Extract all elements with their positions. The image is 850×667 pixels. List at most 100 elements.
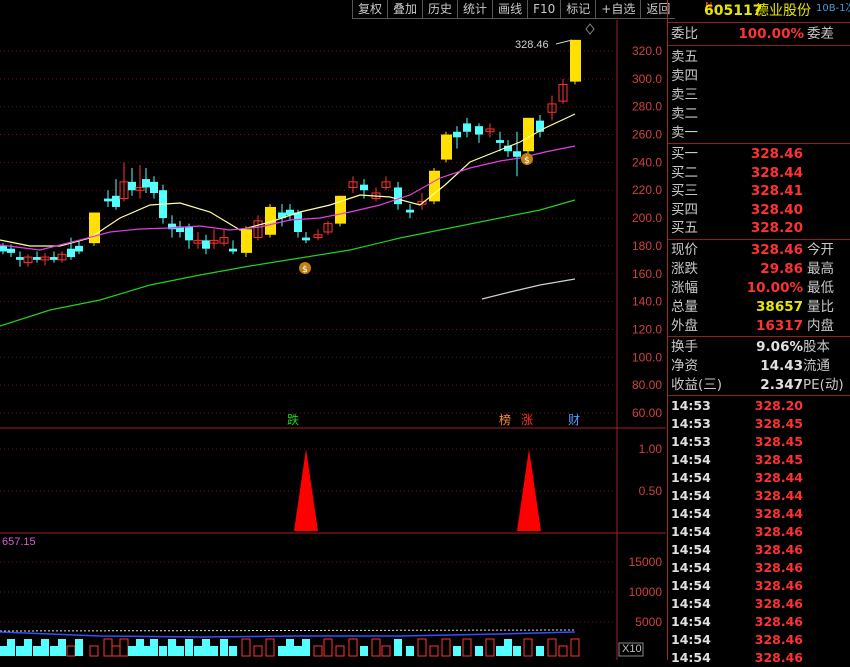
- candle-body: [394, 187, 402, 205]
- price-tick: 160.0: [632, 267, 662, 281]
- tick-time: 14:53: [671, 416, 711, 431]
- volume-bar: [185, 639, 193, 656]
- toolbar-button[interactable]: 统计: [457, 0, 493, 19]
- volume-bar: [194, 646, 202, 656]
- event-marker: 榜: [499, 412, 511, 427]
- candle-body: [302, 237, 310, 241]
- tick-price: 328.20: [754, 398, 803, 413]
- candle-body: [441, 134, 452, 160]
- stat-row: 净资 14.43 流通: [668, 357, 850, 375]
- kline-chart-area[interactable]: 320.0 300.0 280.0 260.0 240.0 220.0 200.0 180.0…: [0, 0, 666, 660]
- tick-price: 328.46: [754, 614, 803, 629]
- stat-label: 换手: [671, 339, 698, 355]
- volume-bar: [41, 639, 49, 656]
- volume-bar: [111, 645, 121, 657]
- volume-bar: [142, 646, 150, 656]
- sell-row: 卖一: [668, 124, 850, 142]
- stat-value: 14.43: [760, 358, 803, 374]
- indicator-spike: [294, 449, 318, 531]
- volume-bar: [547, 638, 557, 657]
- toolbar-button[interactable]: 叠加: [387, 0, 423, 19]
- candle-body: [475, 126, 483, 135]
- price-tick: 120.0: [632, 322, 662, 336]
- tick-price: 328.46: [754, 560, 803, 575]
- price-tick: 80.00: [632, 378, 662, 392]
- candle-body: [0, 245, 7, 252]
- stat-row: 外盘 16317 内盘: [668, 317, 850, 335]
- price-tick: 60.00: [632, 406, 662, 420]
- buy-price: 328.20: [750, 220, 803, 236]
- ma10-line: [0, 145, 576, 251]
- price-tick: 140.0: [632, 295, 662, 309]
- volume-bar: [128, 646, 136, 656]
- price-tick: 100.0: [632, 350, 662, 364]
- buy-label: 买四: [671, 201, 698, 218]
- tick-price: 328.45: [754, 452, 803, 467]
- candle-body: [142, 179, 150, 188]
- volume-bar: [278, 646, 286, 656]
- toolbar: 复权 叠加 历史 统计 画线 F10 标记 +自选 返回: [352, 0, 676, 19]
- toolbar-button[interactable]: 标记: [560, 0, 596, 19]
- volume-bar: [462, 638, 472, 657]
- buy-price: 328.40: [750, 201, 803, 218]
- tick-row: 14:54 328.46: [668, 649, 850, 667]
- event-marker: 跌: [287, 412, 299, 427]
- buy-label: 买一: [671, 146, 698, 162]
- tick-row: 14:54 328.46: [668, 577, 850, 595]
- volume-ma-line: [0, 629, 576, 632]
- tick-row: 14:54 328.46: [668, 613, 850, 631]
- volume-bar: [202, 639, 210, 656]
- candle-body: [570, 39, 581, 82]
- sell-label: 卖三: [671, 87, 698, 103]
- candle-body: [202, 240, 210, 249]
- volume-bar: [475, 646, 483, 656]
- stat-row: 总量 38657 量比: [668, 298, 850, 316]
- indicator-tick: 1.00: [639, 442, 663, 456]
- volume-bar: [558, 645, 568, 657]
- stat-label-2: PE(动): [803, 377, 844, 393]
- tick-time: 14:54: [671, 632, 711, 647]
- toolbar-button[interactable]: 历史: [422, 0, 458, 19]
- candle-body: [89, 212, 100, 244]
- volume-bar: [210, 646, 218, 656]
- sell-label: 卖一: [671, 125, 698, 141]
- tick-row: 14:53 328.45: [668, 433, 850, 451]
- tick-price: 328.46: [754, 632, 803, 647]
- candle-body: [453, 131, 461, 138]
- volume-bar: [429, 645, 439, 657]
- toolbar-button[interactable]: 复权: [352, 0, 388, 19]
- stat-label: 涨幅: [671, 280, 698, 296]
- toolbar-button[interactable]: +自选: [595, 0, 641, 19]
- candle-body: [406, 209, 414, 213]
- tick-time: 14:54: [671, 578, 711, 593]
- volume-tick: 15000: [629, 555, 663, 569]
- volume-bar: [453, 646, 461, 656]
- volume-bar: [441, 638, 451, 657]
- candle-body: [150, 181, 158, 194]
- stat-value: 2.347: [760, 377, 803, 393]
- toolbar-button[interactable]: F10: [527, 0, 561, 19]
- tick-price: 328.44: [754, 506, 803, 521]
- tick-row: 14:54 328.46: [668, 631, 850, 649]
- stat-row: 收益(三) 2.347 PE(动): [668, 376, 850, 394]
- buy-row: 买五 328.20: [668, 219, 850, 237]
- event-marker: 涨: [521, 412, 533, 427]
- tick-row: 14:54 328.46: [668, 595, 850, 613]
- toolbar-button[interactable]: 画线: [492, 0, 528, 19]
- stat-label: 现价: [671, 242, 698, 258]
- stat-value: 9.06%: [756, 339, 803, 355]
- candle-body: [67, 248, 75, 258]
- tick-row: 14:53 328.20: [668, 397, 850, 415]
- tick-time: 14:53: [671, 398, 711, 413]
- quote-panel: N 605117 德业股份 10B-1次 委比 100.00% 委差 卖五卖四卖…: [667, 0, 850, 665]
- candle-body: [185, 226, 193, 241]
- volume-bar: [360, 646, 368, 656]
- volume-bar: [417, 638, 427, 657]
- tick-time: 14:54: [671, 560, 711, 575]
- stat-label-2: 内盘: [807, 318, 834, 334]
- volume-bar: [302, 639, 310, 656]
- stat-row: 涨幅 10.00% 最低: [668, 279, 850, 297]
- volume-bar: [265, 638, 275, 657]
- tick-row: 14:54 328.46: [668, 559, 850, 577]
- volume-bar: [33, 646, 41, 656]
